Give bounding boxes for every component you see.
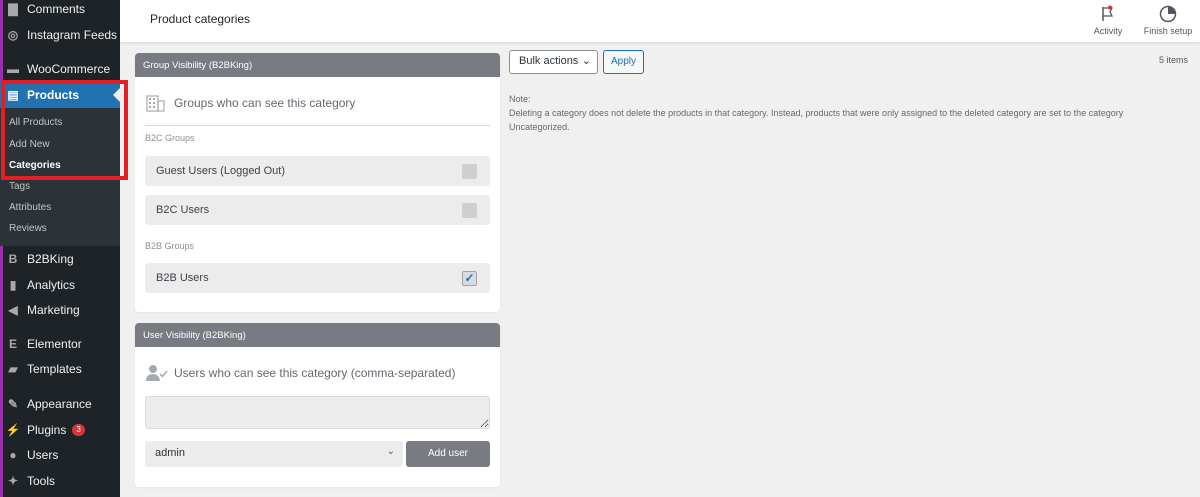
sidebar-item-label: Elementor [27, 337, 82, 351]
sidebar-item-plugins[interactable]: ⚡ Plugins 3 [0, 418, 120, 442]
b2b-groups-label: B2B Groups [145, 241, 195, 251]
user-icon: ● [9, 448, 17, 462]
flag-icon [1102, 5, 1114, 21]
instagram-icon: ◎ [7, 28, 19, 42]
chevron-down-icon: ⌄ [386, 446, 395, 457]
user-visibility-panel: User Visibility (B2BKing) Users who can … [135, 323, 500, 487]
b2c-users-checkbox[interactable] [462, 203, 477, 218]
sidebar-item-label: Plugins [27, 423, 67, 437]
add-user-button[interactable]: Add user [406, 441, 490, 467]
sidebar-item-label: Tools [27, 474, 56, 488]
group-label-text: B2B Users [156, 272, 209, 284]
apply-button[interactable]: Apply [603, 50, 644, 74]
wrench-icon: ✦ [7, 474, 19, 488]
sidebar-item-analytics[interactable]: ▮ Analytics [0, 273, 120, 297]
note-line-1: Deleting a category does not delete the … [509, 108, 1124, 118]
group-label-text: Guest Users (Logged Out) [156, 165, 286, 177]
users-subtitle: Users who can see this category (comma-s… [174, 366, 456, 380]
brush-icon: ✎ [7, 397, 19, 411]
sidebar-item-label: WooCommerce [27, 62, 111, 76]
finish-setup-button[interactable]: Finish setup [1140, 5, 1196, 36]
activity-label: Activity [1093, 26, 1123, 36]
user-visibility-title: User Visibility (B2BKing) [135, 323, 500, 347]
sidebar-item-label: Appearance [27, 397, 92, 411]
group-visibility-title: Group Visibility (B2BKing) [135, 53, 500, 77]
chevron-down-icon: ⌄ [581, 55, 591, 67]
megaphone-icon: ◀ [8, 303, 18, 317]
divider [145, 125, 490, 126]
bulk-actions-select[interactable]: Bulk actions ⌄ [509, 50, 598, 74]
b2b-users-checkbox[interactable]: ✓ [462, 271, 477, 286]
group-row-b2b-users[interactable]: B2B Users ✓ [145, 263, 490, 293]
sidebar-item-comments[interactable]: ▇ Comments [0, 0, 120, 21]
sidebar-item-label: Templates [27, 362, 82, 376]
folder-icon: ▰ [8, 362, 18, 376]
sidebar-item-label: Users [27, 448, 59, 462]
finish-setup-label: Finish setup [1143, 26, 1193, 36]
top-bar: Product categories Activity Finish setup [120, 0, 1200, 42]
update-count-badge: 3 [72, 424, 85, 436]
admin-sidebar: ▇ Comments ◎ Instagram Feeds ▬ WooCommer… [0, 0, 128, 497]
bulk-actions-label: Bulk actions [519, 55, 579, 67]
bar-chart-icon: ▮ [9, 278, 17, 292]
building-icon [146, 95, 165, 112]
submenu-tags[interactable]: Tags [9, 181, 30, 192]
guest-users-checkbox[interactable] [462, 164, 477, 179]
user-select-value: admin [155, 447, 185, 459]
highlight-box [1, 80, 128, 180]
elementor-icon: E [8, 337, 17, 351]
sidebar-item-tools[interactable]: ✦ Tools [0, 469, 120, 493]
comment-icon: ▇ [8, 2, 18, 16]
sidebar-item-marketing[interactable]: ◀ Marketing [0, 298, 120, 322]
woocommerce-icon: ▬ [7, 62, 19, 76]
progress-icon [1159, 5, 1177, 23]
groups-subtitle: Groups who can see this category [174, 96, 356, 110]
submenu-attributes[interactable]: Attributes [9, 202, 51, 213]
items-count: 5 items [1158, 55, 1188, 65]
group-visibility-panel: Group Visibility (B2BKing) Groups who ca… [135, 53, 500, 312]
sidebar-item-label: Comments [27, 2, 86, 16]
group-label-text: B2C Users [156, 204, 210, 216]
group-row-guest-users[interactable]: Guest Users (Logged Out) [145, 156, 490, 186]
sidebar-item-users[interactable]: ● Users [0, 443, 120, 467]
sidebar-item-b2bking[interactable]: B B2BKing [0, 247, 120, 271]
sidebar-item-templates[interactable]: ▰ Templates [0, 357, 120, 381]
sidebar-item-label: Instagram Feeds [27, 28, 118, 42]
sidebar-item-label: B2BKing [27, 252, 74, 266]
note-title: Note: [509, 94, 531, 104]
groups-subtitle-row: Groups who can see this category [146, 94, 355, 112]
users-subtitle-row: Users who can see this category (comma-s… [146, 364, 455, 382]
user-check-icon [146, 365, 168, 381]
sidebar-item-appearance[interactable]: ✎ Appearance [0, 392, 120, 416]
note-line-2: Uncategorized. [509, 122, 570, 132]
sidebar-item-label: Analytics [27, 278, 76, 292]
group-row-b2c-users[interactable]: B2C Users [145, 195, 490, 225]
sidebar-item-elementor[interactable]: E Elementor [0, 332, 120, 356]
submenu-reviews[interactable]: Reviews [9, 223, 47, 234]
page-title: Product categories [150, 12, 251, 26]
b2bking-icon: B [8, 252, 18, 266]
activity-button[interactable]: Activity [1088, 5, 1128, 36]
plug-icon: ⚡ [5, 423, 21, 437]
sidebar-item-label: Marketing [27, 303, 80, 317]
sidebar-item-woocommerce[interactable]: ▬ WooCommerce [0, 57, 120, 81]
b2c-groups-label: B2C Groups [145, 133, 195, 143]
users-textarea[interactable] [145, 396, 490, 429]
sidebar-item-instagram-feeds[interactable]: ◎ Instagram Feeds [0, 23, 120, 47]
user-select[interactable]: admin ⌄ [145, 441, 403, 467]
